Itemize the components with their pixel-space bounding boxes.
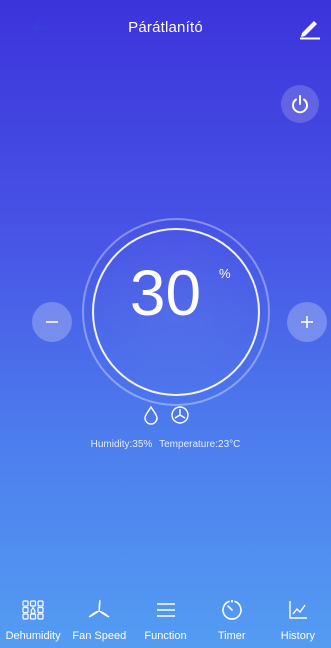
tab-dehumidity[interactable]: Dehumidity — [0, 592, 66, 648]
minus-icon — [46, 321, 58, 323]
tab-timer[interactable]: Timer — [199, 592, 265, 648]
chart-icon — [289, 601, 307, 619]
tab-label: Fan Speed — [72, 630, 127, 642]
tab-label: Function — [144, 630, 187, 642]
tab-history[interactable]: History — [265, 592, 331, 648]
edit-button[interactable] — [297, 14, 323, 40]
water-drop-icon — [143, 405, 158, 425]
mode-indicators — [0, 405, 331, 425]
temperature-reading: Temperature:23°C — [159, 439, 241, 450]
tab-label: History — [280, 630, 316, 642]
menu-icon — [156, 603, 175, 617]
tab-function[interactable]: Function — [132, 592, 198, 648]
power-icon — [292, 95, 308, 114]
tab-fan-speed[interactable]: Fan Speed — [66, 592, 132, 648]
grid-drop-icon — [22, 600, 44, 620]
target-unit: % — [219, 266, 231, 281]
pencil-icon — [300, 21, 320, 40]
timer-icon — [221, 600, 242, 620]
bottom-toolbar: Dehumidity Fan Speed Function Timer Hist… — [0, 592, 331, 648]
fan-icon — [88, 599, 110, 618]
status-line: Humidity:35% Temperature:23°C — [0, 439, 331, 450]
power-button[interactable] — [281, 85, 319, 123]
humidity-reading: Humidity:35% — [90, 439, 153, 450]
fan-clock-icon — [170, 406, 189, 424]
top-bar: Párátlanító — [0, 0, 331, 56]
tab-label: Timer — [217, 630, 246, 642]
page-title: Párátlanító — [128, 19, 203, 36]
plus-icon — [301, 316, 313, 328]
decrease-button[interactable] — [32, 302, 72, 342]
tab-label: Dehumidity — [5, 630, 61, 642]
increase-button[interactable] — [287, 302, 327, 342]
